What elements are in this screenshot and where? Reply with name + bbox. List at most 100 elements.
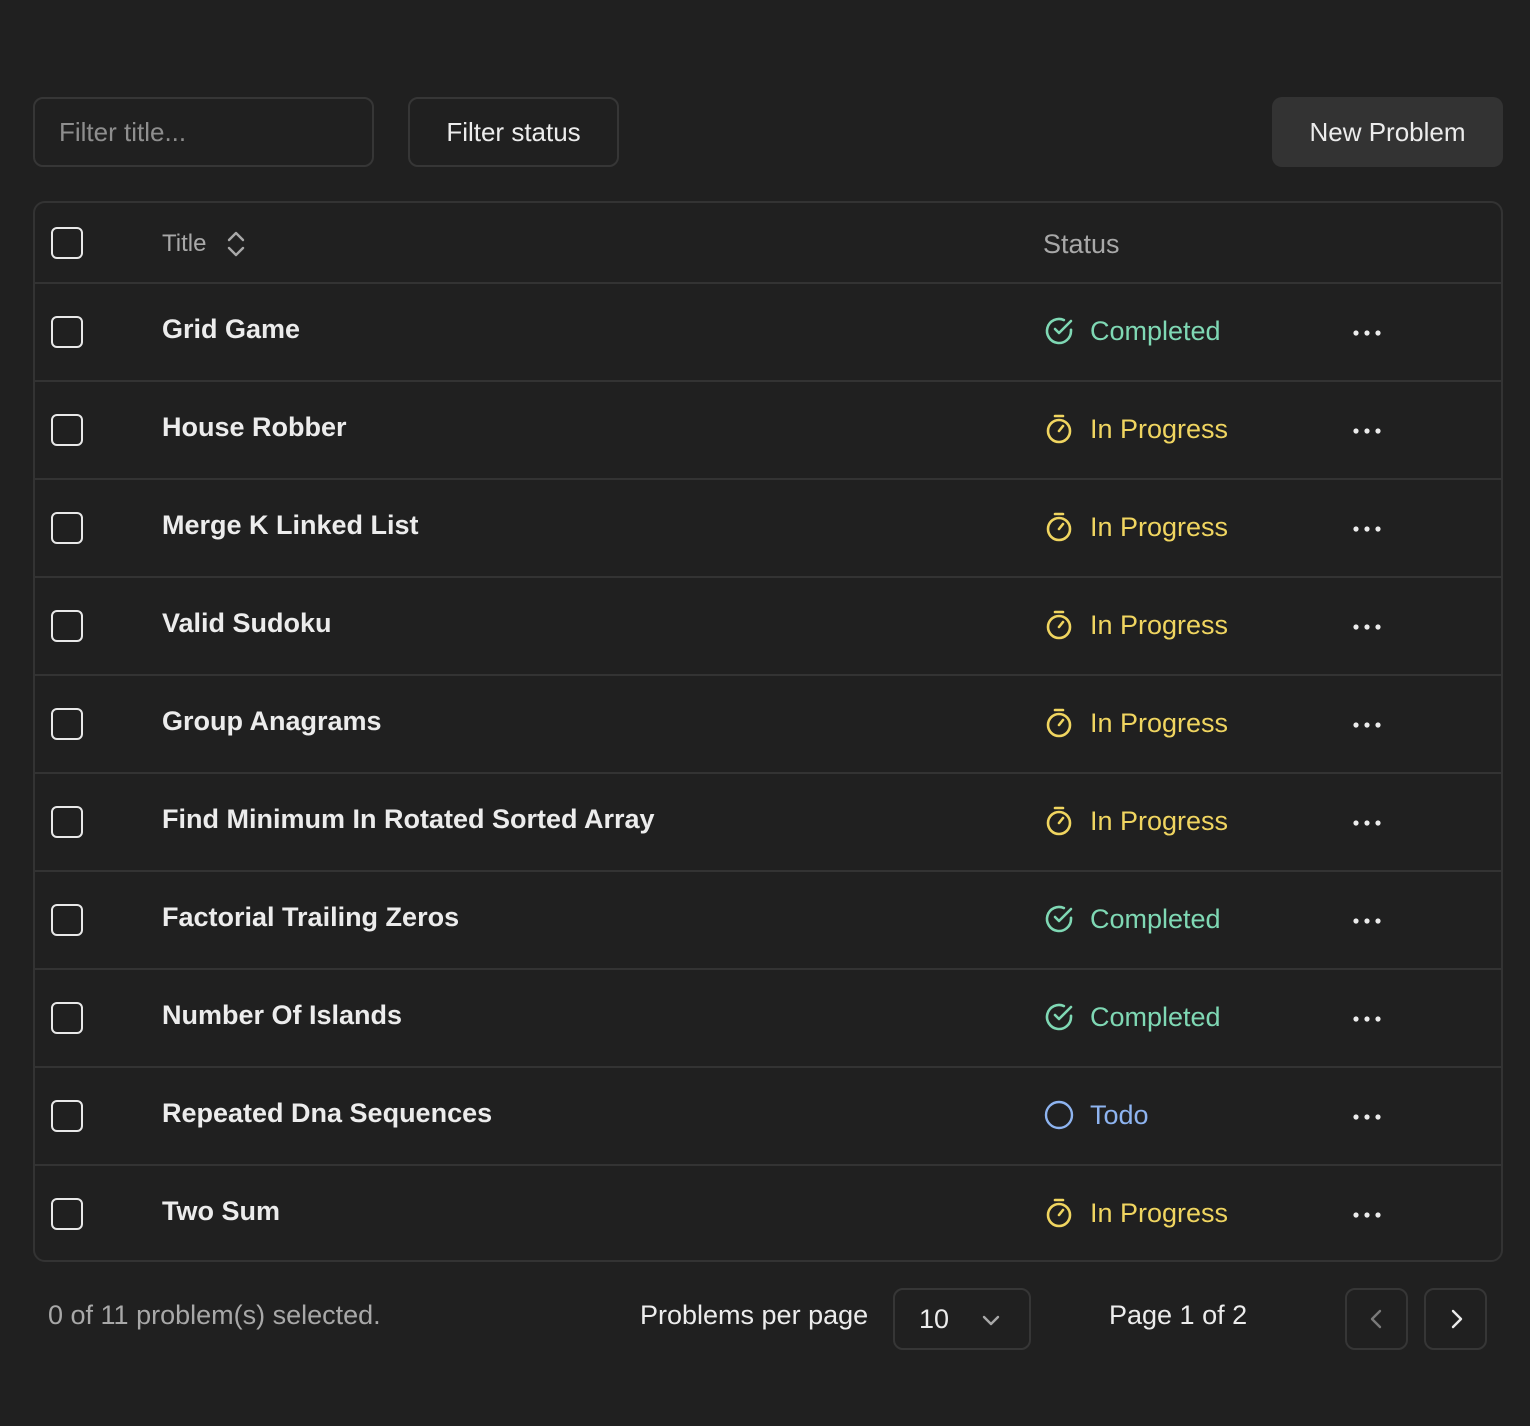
status-label: Completed [1090, 903, 1221, 934]
stopwatch-icon [1043, 707, 1075, 739]
problem-title: Factorial Trailing Zeros [162, 902, 460, 932]
more-horizontal-icon [1352, 623, 1382, 631]
stopwatch-icon [1043, 511, 1075, 543]
status-badge: In Progress [1043, 413, 1228, 445]
table-row: Valid Sudoku In Progress [35, 578, 1501, 676]
status-badge: In Progress [1043, 805, 1228, 837]
page-indicator: Page 1 of 2 [1109, 1300, 1248, 1330]
chevron-left-icon [1367, 1308, 1387, 1330]
status-label: Todo [1090, 1099, 1149, 1130]
more-horizontal-icon [1352, 917, 1382, 925]
table-row: Factorial Trailing Zeros Completed [35, 872, 1501, 970]
status-badge: In Progress [1043, 1197, 1228, 1229]
problem-title: House Robber [162, 412, 347, 442]
status-column-header: Status [1043, 227, 1120, 261]
stopwatch-icon [1043, 413, 1075, 445]
table-row: House Robber In Progress [35, 382, 1501, 480]
problems-table: Title Status Grid Game Completed House Rob… [33, 201, 1503, 1262]
status-label: In Progress [1090, 707, 1229, 738]
status-label: Completed [1090, 1001, 1221, 1032]
row-checkbox[interactable] [51, 708, 83, 740]
status-column-label: Status [1043, 228, 1120, 259]
more-horizontal-icon [1352, 1211, 1382, 1219]
check-circle-icon [1043, 315, 1075, 347]
row-checkbox[interactable] [51, 806, 83, 838]
row-checkbox[interactable] [51, 904, 83, 936]
title-column-header[interactable]: Title [162, 227, 246, 261]
row-actions-button[interactable] [1343, 707, 1391, 743]
row-actions-button[interactable] [1343, 1197, 1391, 1233]
more-horizontal-icon [1352, 721, 1382, 729]
status-label: Completed [1090, 315, 1221, 346]
row-actions-button[interactable] [1343, 413, 1391, 449]
problem-title: Valid Sudoku [162, 608, 332, 638]
row-checkbox[interactable] [51, 1002, 83, 1034]
row-actions-button[interactable] [1343, 315, 1391, 351]
chevron-down-icon [981, 1310, 1001, 1330]
row-checkbox[interactable] [51, 512, 83, 544]
table-row: Two Sum In Progress [35, 1166, 1501, 1260]
more-horizontal-icon [1352, 1015, 1382, 1023]
row-actions-button[interactable] [1343, 1001, 1391, 1037]
problems-page: Filter status New Problem Title Status G… [0, 0, 1530, 1426]
table-row: Merge K Linked List In Progress [35, 480, 1501, 578]
status-badge: Completed [1043, 903, 1221, 935]
more-horizontal-icon [1352, 329, 1382, 337]
title-column-label: Title [162, 230, 207, 257]
filter-title-input[interactable] [33, 97, 374, 167]
more-horizontal-icon [1352, 525, 1382, 533]
status-label: In Progress [1090, 1197, 1229, 1228]
row-checkbox[interactable] [51, 316, 83, 348]
row-actions-button[interactable] [1343, 903, 1391, 939]
table-row: Number Of Islands Completed [35, 970, 1501, 1068]
problem-title: Number Of Islands [162, 1000, 403, 1030]
more-horizontal-icon [1352, 427, 1382, 435]
check-circle-icon [1043, 903, 1075, 935]
new-problem-button[interactable]: New Problem [1272, 97, 1503, 167]
selection-count: 0 of 11 problem(s) selected. [48, 1300, 381, 1330]
status-badge: Completed [1043, 315, 1221, 347]
row-checkbox[interactable] [51, 1100, 83, 1132]
table-row: Repeated Dna Sequences Todo [35, 1068, 1501, 1166]
select-all-checkbox[interactable] [51, 227, 83, 259]
status-label: In Progress [1090, 609, 1229, 640]
status-badge: In Progress [1043, 707, 1228, 739]
stopwatch-icon [1043, 1197, 1075, 1229]
chevron-right-icon [1446, 1308, 1466, 1330]
status-label: In Progress [1090, 511, 1229, 542]
table-row: Find Minimum In Rotated Sorted Array In P… [35, 774, 1501, 872]
row-checkbox[interactable] [51, 414, 83, 446]
chevron-up-down-icon [226, 230, 246, 258]
table-header: Title Status [35, 203, 1501, 284]
check-circle-icon [1043, 1001, 1075, 1033]
status-label: In Progress [1090, 413, 1229, 444]
status-badge: In Progress [1043, 511, 1228, 543]
more-horizontal-icon [1352, 819, 1382, 827]
stopwatch-icon [1043, 805, 1075, 837]
next-page-button[interactable] [1424, 1288, 1487, 1350]
row-checkbox[interactable] [51, 610, 83, 642]
stopwatch-icon [1043, 609, 1075, 641]
more-horizontal-icon [1352, 1113, 1382, 1121]
previous-page-button[interactable] [1345, 1288, 1408, 1350]
row-actions-button[interactable] [1343, 805, 1391, 841]
problem-title: Grid Game [162, 314, 301, 344]
status-badge: In Progress [1043, 609, 1228, 641]
per-page-label: Problems per page [640, 1300, 869, 1330]
table-row: Group Anagrams In Progress [35, 676, 1501, 774]
row-actions-button[interactable] [1343, 1099, 1391, 1135]
filter-status-button[interactable]: Filter status [408, 97, 619, 167]
problem-title: Two Sum [162, 1196, 280, 1226]
status-badge: Todo [1043, 1099, 1149, 1131]
per-page-value: 10 [919, 1303, 950, 1334]
per-page-select[interactable]: 10 [893, 1288, 1031, 1350]
row-actions-button[interactable] [1343, 511, 1391, 547]
row-actions-button[interactable] [1343, 609, 1391, 645]
row-checkbox[interactable] [51, 1198, 83, 1230]
status-label: In Progress [1090, 805, 1229, 836]
problem-title: Find Minimum In Rotated Sorted Array [162, 804, 655, 834]
toolbar: Filter status New Problem [0, 0, 1530, 200]
circle-icon [1043, 1099, 1075, 1131]
table-row: Grid Game Completed [35, 284, 1501, 382]
problem-title: Repeated Dna Sequences [162, 1098, 493, 1128]
